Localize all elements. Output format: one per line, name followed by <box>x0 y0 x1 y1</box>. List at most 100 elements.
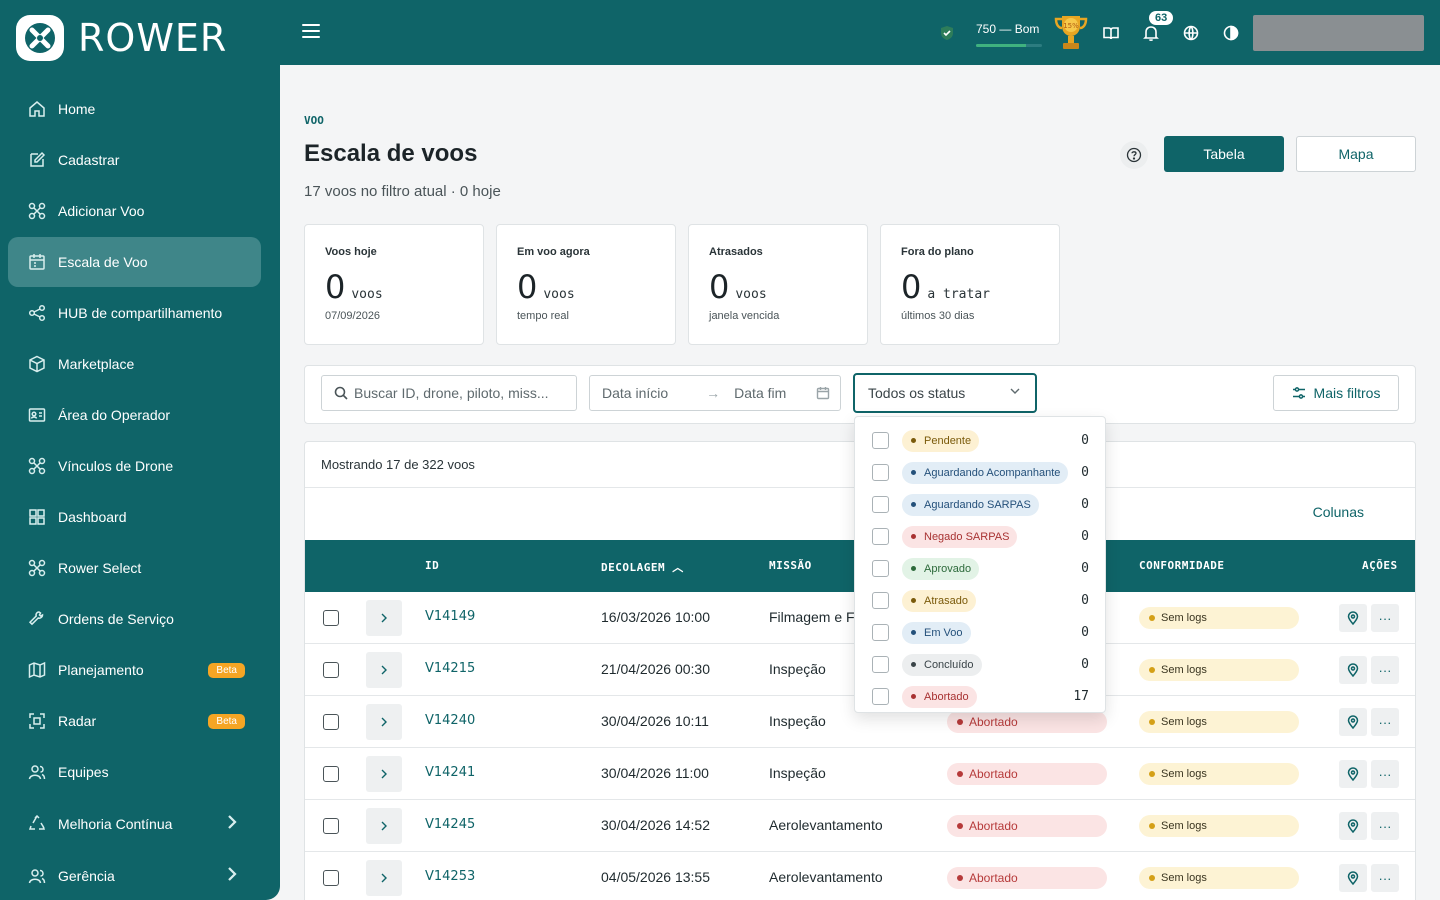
row-checkbox[interactable] <box>323 870 339 886</box>
more-filters-button[interactable]: Mais filtros <box>1273 375 1399 411</box>
sidebar-item-13[interactable]: Equipes <box>8 747 261 797</box>
flight-id-link[interactable]: V14240 <box>425 713 475 728</box>
book-icon[interactable] <box>1102 24 1120 42</box>
sidebar-item-15[interactable]: Gerência <box>8 851 261 900</box>
row-checkbox[interactable] <box>323 714 339 730</box>
status-option-count: 0 <box>1081 657 1089 672</box>
sidebar-item-14[interactable]: Melhoria Contínua <box>8 799 261 849</box>
table-view-button[interactable]: Tabela <box>1164 136 1284 172</box>
more-actions-button[interactable]: ··· <box>1371 760 1399 788</box>
grid-icon <box>28 508 46 526</box>
sidebar-item-9[interactable]: Rower Select <box>8 543 261 593</box>
row-checkbox[interactable] <box>323 818 339 834</box>
expand-row-button[interactable] <box>366 704 402 740</box>
status-option[interactable]: Negado SARPAS 0 <box>855 517 1105 549</box>
status-option[interactable]: Aguardando SARPAS 0 <box>855 485 1105 517</box>
date-end-field[interactable]: Data fim <box>734 385 786 401</box>
map-pin-button[interactable] <box>1339 812 1367 840</box>
status-option-checkbox[interactable] <box>872 560 889 577</box>
expand-row-button[interactable] <box>366 860 402 896</box>
status-option[interactable]: Atrasado 0 <box>855 581 1105 613</box>
sidebar-item-6[interactable]: Área do Operador <box>8 390 261 440</box>
sidebar-item-3[interactable]: Escala de Voo <box>8 237 261 287</box>
status-option[interactable]: Concluído 0 <box>855 645 1105 677</box>
sidebar-item-0[interactable]: Home <box>8 84 261 134</box>
more-actions-button[interactable]: ··· <box>1371 604 1399 632</box>
status-option-checkbox[interactable] <box>872 528 889 545</box>
status-option-checkbox[interactable] <box>872 592 889 609</box>
map-pin-button[interactable] <box>1339 760 1367 788</box>
expand-row-button[interactable] <box>366 808 402 844</box>
shield-check-icon[interactable] <box>938 24 956 42</box>
status-option[interactable]: Abortado 17 <box>855 677 1105 709</box>
contrast-icon[interactable] <box>1222 24 1240 42</box>
table-row[interactable]: V14253 04/05/2026 13:55 Aerolevantamento Ab… <box>305 852 1415 900</box>
sidebar-item-7[interactable]: Vínculos de Drone <box>8 441 261 491</box>
sidebar-item-10[interactable]: Ordens de Serviço <box>8 594 261 644</box>
status-option-count: 0 <box>1081 561 1089 576</box>
status-option[interactable]: Aprovado 0 <box>855 549 1105 581</box>
col-id[interactable]: ID <box>425 559 439 572</box>
more-actions-button[interactable]: ··· <box>1371 864 1399 892</box>
table-row[interactable]: V14245 30/04/2026 14:52 Aerolevantamento Ab… <box>305 800 1415 852</box>
status-option-checkbox[interactable] <box>872 656 889 673</box>
flight-id-link[interactable]: V14241 <box>425 765 475 780</box>
more-actions-button[interactable]: ··· <box>1371 708 1399 736</box>
row-checkbox[interactable] <box>323 766 339 782</box>
logo[interactable]: ROWER <box>16 15 227 61</box>
status-option-checkbox[interactable] <box>872 432 889 449</box>
more-actions-button[interactable]: ··· <box>1371 812 1399 840</box>
trophy-percent: 15% <box>1063 22 1079 30</box>
row-checkbox[interactable] <box>323 610 339 626</box>
date-range-picker[interactable]: Data início → Data fim <box>589 375 841 411</box>
status-option-checkbox[interactable] <box>872 496 889 513</box>
flight-id-link[interactable]: V14253 <box>425 869 475 884</box>
help-icon[interactable] <box>1120 141 1148 169</box>
map-pin-button[interactable] <box>1339 604 1367 632</box>
expand-row-button[interactable] <box>366 652 402 688</box>
more-actions-button[interactable]: ··· <box>1371 656 1399 684</box>
map-pin-button[interactable] <box>1339 708 1367 736</box>
map-view-button[interactable]: Mapa <box>1296 136 1416 172</box>
map-pin-icon <box>1347 663 1359 677</box>
status-option[interactable]: Aguardando Acompanhante 0 <box>855 453 1105 485</box>
bell-icon[interactable] <box>1142 24 1160 42</box>
sidebar-item-11[interactable]: Planejamento Beta <box>8 645 261 695</box>
chevron-down-icon <box>1009 385 1021 400</box>
sidebar-item-12[interactable]: Radar Beta <box>8 696 261 746</box>
table-row[interactable]: V14241 30/04/2026 11:00 Inspeção Abortado Se… <box>305 748 1415 800</box>
search-input[interactable]: Buscar ID, drone, piloto, miss... <box>321 375 577 411</box>
expand-row-button[interactable] <box>366 600 402 636</box>
col-missao[interactable]: MISSÃO <box>769 559 812 572</box>
sidebar-item-5[interactable]: Marketplace <box>8 339 261 389</box>
status-option[interactable]: Pendente 0 <box>855 421 1105 453</box>
status-option[interactable]: Em Voo 0 <box>855 613 1105 645</box>
flight-id-link[interactable]: V14215 <box>425 661 475 676</box>
status-option-checkbox[interactable] <box>872 688 889 705</box>
sidebar-item-4[interactable]: HUB de compartilhamento <box>8 288 261 338</box>
columns-button[interactable]: Colunas <box>1313 504 1364 520</box>
col-decolagem[interactable]: DECOLAGEM ︿ <box>601 559 684 575</box>
takeoff-date: 30/04/2026 14:52 <box>601 817 710 833</box>
row-checkbox[interactable] <box>323 662 339 678</box>
sidebar-item-2[interactable]: Adicionar Voo <box>8 186 261 236</box>
user-menu[interactable] <box>1253 15 1424 51</box>
status-option-checkbox[interactable] <box>872 624 889 641</box>
sidebar-item-label: Dashboard <box>58 509 127 525</box>
expand-row-button[interactable] <box>366 756 402 792</box>
menu-toggle-icon[interactable] <box>302 24 320 38</box>
chevron-right-icon <box>381 769 387 779</box>
map-pin-button[interactable] <box>1339 864 1367 892</box>
col-conformidade[interactable]: CONFORMIDADE <box>1139 559 1224 572</box>
status-option-checkbox[interactable] <box>872 464 889 481</box>
sidebar-item-8[interactable]: Dashboard <box>8 492 261 542</box>
flight-id-link[interactable]: V14245 <box>425 817 475 832</box>
drone-icon <box>28 457 46 475</box>
trophy-icon[interactable]: 15% <box>1052 12 1090 52</box>
globe-icon[interactable] <box>1182 24 1200 42</box>
status-select[interactable]: Todos os status <box>853 373 1037 413</box>
flight-id-link[interactable]: V14149 <box>425 609 475 624</box>
date-start-field[interactable]: Data início <box>602 385 668 401</box>
sidebar-item-1[interactable]: Cadastrar <box>8 135 261 185</box>
map-pin-button[interactable] <box>1339 656 1367 684</box>
